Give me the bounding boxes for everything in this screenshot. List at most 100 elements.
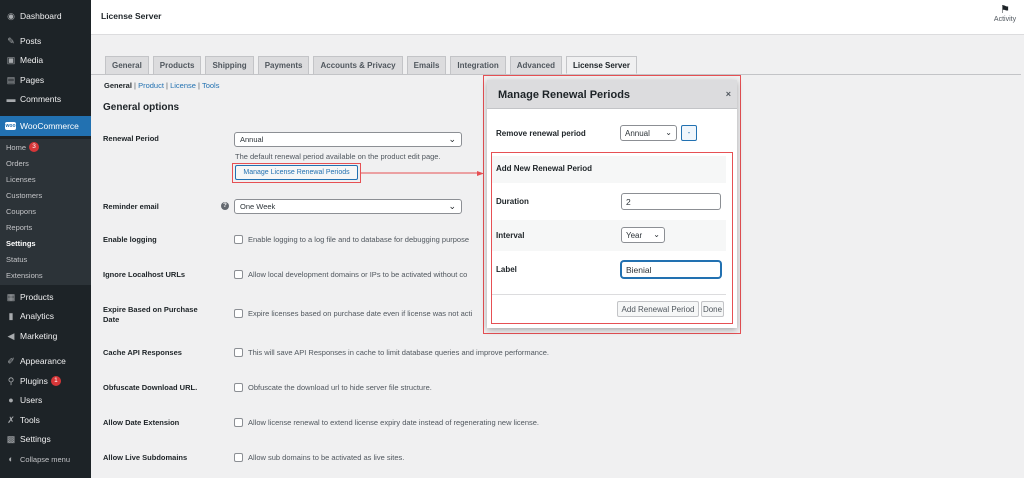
remove-period-button[interactable]: -: [681, 125, 697, 141]
submenu-item-home[interactable]: Home 3: [0, 140, 91, 154]
date-extension-checkbox[interactable]: [234, 418, 243, 427]
checkbox-text: Expire licenses based on purchase date e…: [248, 309, 473, 318]
renewal-period-label: Renewal Period: [103, 134, 159, 143]
label-input[interactable]: Bienial: [621, 261, 721, 278]
sidebar-item-tools[interactable]: ✗ Tools: [0, 411, 91, 429]
interval-select[interactable]: Year ⌄: [621, 227, 665, 243]
submenu-item-label: Customers: [6, 190, 43, 200]
sidebar-item-label: Plugins: [20, 376, 48, 386]
chevron-down-icon: ⌄: [653, 230, 660, 239]
tab-advanced[interactable]: Advanced: [509, 56, 562, 74]
select-value: Year: [626, 230, 643, 240]
duration-label: Duration: [496, 197, 529, 206]
subsection-general[interactable]: General: [104, 81, 132, 90]
top-bar: License Server ⚑ Activity: [91, 0, 1024, 35]
subsection-tools[interactable]: Tools: [202, 81, 220, 90]
cache-api-checkbox[interactable]: [234, 348, 243, 357]
submenu-item-label: Extensions: [6, 270, 43, 280]
ignore-localhost-option[interactable]: Allow local development domains or IPs t…: [234, 270, 467, 279]
sidebar-item-plugins[interactable]: ⚲ Plugins 1: [0, 372, 91, 390]
submenu-item-settings[interactable]: Settings: [0, 236, 91, 250]
reminder-email-select[interactable]: One Week ⌄: [234, 199, 462, 214]
sidebar-item-label: Collapse menu: [20, 454, 71, 464]
submenu-item-extensions[interactable]: Extensions: [0, 268, 91, 282]
sidebar-item-label: Media: [20, 55, 44, 65]
submenu-item-status[interactable]: Status: [0, 252, 91, 266]
close-icon[interactable]: ×: [726, 89, 731, 99]
live-subdomains-checkbox[interactable]: [234, 453, 243, 462]
separator: |: [134, 81, 136, 90]
subsection-license[interactable]: License: [170, 81, 196, 90]
obfuscate-checkbox[interactable]: [234, 383, 243, 392]
enable-logging-option[interactable]: Enable logging to a log file and to data…: [234, 235, 469, 244]
submenu-item-customers[interactable]: Customers: [0, 188, 91, 202]
enable-logging-label: Enable logging: [103, 235, 157, 244]
submenu-item-label: Coupons: [6, 206, 37, 216]
submenu-item-label: Settings: [6, 238, 36, 248]
modal-title: Manage Renewal Periods: [498, 89, 631, 101]
add-renewal-period-button[interactable]: Add Renewal Period: [617, 301, 699, 317]
enable-logging-checkbox[interactable]: [234, 235, 243, 244]
tab-emails[interactable]: Emails: [406, 56, 447, 74]
tab-license-server[interactable]: License Server: [566, 56, 637, 74]
help-icon[interactable]: ?: [221, 202, 229, 210]
marketing-icon: ◀: [7, 330, 15, 341]
settings-tabs: General Products Shipping Payments Accou…: [105, 56, 641, 74]
sidebar-item-label: Comments: [20, 94, 62, 104]
submenu-item-licenses[interactable]: Licenses: [0, 172, 91, 186]
select-value: Annual: [240, 135, 264, 144]
obfuscate-option[interactable]: Obfuscate the download url to hide serve…: [234, 383, 432, 392]
sidebar-item-analytics[interactable]: ▮ Analytics: [0, 307, 91, 325]
notification-badge: 3: [29, 142, 40, 152]
activity-button[interactable]: ⚑ Activity: [990, 4, 1020, 23]
duration-input[interactable]: 2: [621, 193, 721, 210]
settings-icon: ▩: [6, 433, 16, 444]
tab-integration[interactable]: Integration: [450, 56, 506, 74]
sidebar-item-products[interactable]: ▦ Products: [0, 288, 91, 306]
ignore-localhost-checkbox[interactable]: [234, 270, 243, 279]
live-subdomains-option[interactable]: Allow sub domains to be activated as liv…: [234, 453, 404, 462]
cache-api-option[interactable]: This will save API Responses in cache to…: [234, 348, 549, 357]
sidebar-collapse-menu[interactable]: ◐ Collapse menu: [0, 450, 91, 468]
submenu-item-label: Status: [6, 254, 28, 264]
submenu-item-reports[interactable]: Reports: [0, 220, 91, 234]
obfuscate-label: Obfuscate Download URL.: [103, 383, 198, 392]
manage-renewal-periods-modal: Manage Renewal Periods × Remove renewal …: [487, 80, 737, 328]
expire-based-checkbox[interactable]: [234, 309, 243, 318]
date-extension-option[interactable]: Allow license renewal to extend license …: [234, 418, 539, 427]
submenu-item-coupons[interactable]: Coupons: [0, 204, 91, 218]
sidebar-item-posts[interactable]: ✎ Posts: [0, 32, 91, 50]
checkbox-text: Allow local development domains or IPs t…: [248, 270, 468, 279]
activity-label: Activity: [993, 16, 1017, 23]
sidebar-item-settings[interactable]: ▩ Settings: [0, 430, 91, 448]
sidebar-item-media[interactable]: ▣ Media: [0, 51, 91, 69]
sidebar-item-appearance[interactable]: ✐ Appearance: [0, 352, 91, 370]
sidebar-item-pages[interactable]: ▤ Pages: [0, 71, 91, 89]
label-line: Expire Based on Purchase: [103, 305, 198, 314]
sidebar-item-comments[interactable]: ▬ Comments: [0, 90, 91, 108]
sidebar-item-label: Settings: [20, 434, 51, 444]
appearance-icon: ✐: [7, 355, 15, 366]
sidebar-item-dashboard[interactable]: ◉ Dashboard: [0, 7, 91, 25]
tab-products[interactable]: Products: [152, 56, 202, 74]
tab-shipping[interactable]: Shipping: [205, 56, 254, 74]
cache-api-label: Cache API Responses: [103, 348, 182, 357]
renewal-period-select[interactable]: Annual ⌄: [234, 132, 462, 147]
subsection-product[interactable]: Product: [138, 81, 164, 90]
submenu-item-label: Home: [6, 142, 27, 152]
sidebar-item-woocommerce[interactable]: woo WooCommerce: [0, 116, 91, 136]
users-icon: ●: [8, 395, 14, 405]
sidebar-item-marketing[interactable]: ◀ Marketing: [0, 327, 91, 345]
manage-renewal-periods-button[interactable]: Manage License Renewal Periods: [235, 165, 358, 180]
remove-renewal-period-select[interactable]: Annual ⌄: [620, 125, 677, 141]
expire-based-label: Expire Based on Purchase Date: [103, 305, 198, 325]
sidebar-item-users[interactable]: ● Users: [0, 391, 91, 409]
tab-payments[interactable]: Payments: [257, 56, 310, 74]
tab-accounts-privacy[interactable]: Accounts & Privacy: [313, 56, 403, 74]
sidebar-item-label: Pages: [20, 75, 45, 85]
expire-based-option[interactable]: Expire licenses based on purchase date e…: [234, 309, 472, 318]
done-button[interactable]: Done: [701, 301, 724, 317]
tab-general[interactable]: General: [105, 56, 149, 74]
submenu-item-orders[interactable]: Orders: [0, 156, 91, 170]
chevron-down-icon: ⌄: [448, 201, 456, 211]
